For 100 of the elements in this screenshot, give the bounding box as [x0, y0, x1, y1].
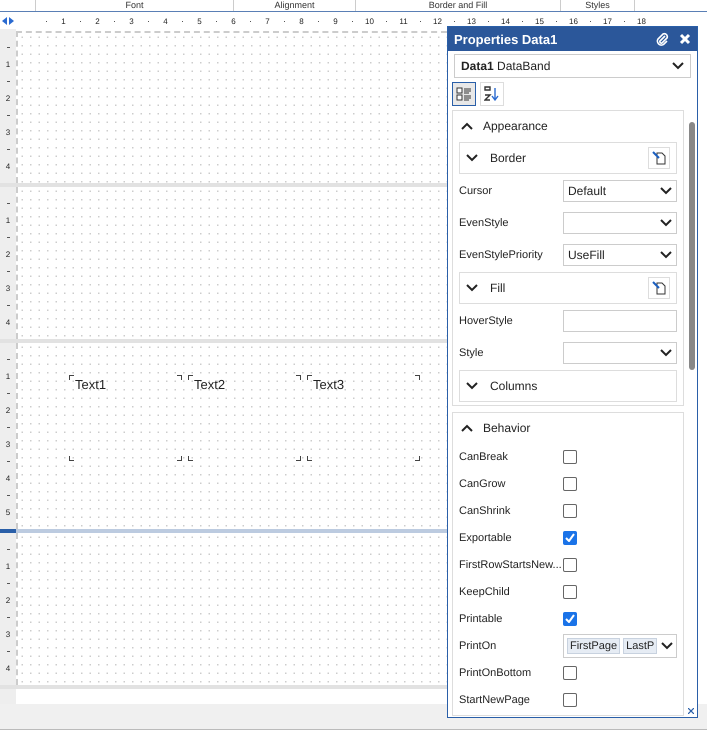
section-title: Behavior: [483, 421, 530, 435]
close-icon: [679, 33, 691, 45]
property-label: KeepChild: [459, 586, 511, 598]
checkbox[interactable]: [563, 476, 577, 490]
page-pencil-icon: [652, 151, 666, 165]
page-pencil-icon: [652, 281, 666, 295]
ribbon-group-label: Border and Fill: [428, 0, 488, 11]
ruler-number: 6: [230, 16, 237, 26]
ruler-number: 17: [602, 16, 613, 26]
ruler-number: 3: [6, 283, 10, 295]
ruler-number: 2: [6, 595, 10, 607]
chevron-down-icon: [466, 382, 478, 390]
ruler-number: 7: [264, 16, 271, 26]
checkbox[interactable]: [563, 504, 577, 518]
ruler-number: 14: [500, 16, 511, 26]
ruler-number: 4: [6, 317, 10, 329]
chevron-down-icon: [466, 284, 478, 292]
ruler-number: 1: [6, 215, 10, 227]
group-label: Fill: [490, 281, 506, 295]
checkbox[interactable]: [563, 612, 577, 626]
property-label: PrintOnBottom: [459, 666, 532, 678]
ruler-number: 2: [94, 16, 101, 26]
resize-grip-icon: [688, 708, 694, 714]
ruler-number: 18: [636, 16, 647, 26]
ruler-number: 4: [162, 16, 169, 26]
section-header[interactable]: Appearance: [459, 111, 677, 141]
checkbox[interactable]: [563, 450, 577, 464]
checkbox[interactable]: [563, 558, 577, 572]
chevron-up-icon: [461, 122, 473, 130]
text-object[interactable]: Text1: [69, 375, 182, 461]
checkbox[interactable]: [563, 666, 577, 680]
sort-button[interactable]: [480, 82, 504, 106]
chevron-down-icon: [660, 219, 672, 227]
paperclip-icon: [655, 32, 669, 46]
property-label: CanBreak: [459, 450, 509, 462]
property-label: Exportable: [459, 532, 513, 544]
band-area[interactable]: Text1 Text2 Text3: [16, 343, 447, 529]
ruler-number: 16: [568, 16, 579, 26]
ruler-number: 11: [398, 16, 409, 26]
ruler-number: 10: [364, 16, 375, 26]
scrollbar-thumb[interactable]: [689, 122, 695, 370]
ruler-number: 4: [6, 663, 10, 675]
chevron-down-icon: [660, 187, 672, 195]
ruler-number: 2: [6, 93, 10, 105]
multi-select-field[interactable]: FirstPage LastP: [563, 634, 677, 658]
dropdown[interactable]: Default: [563, 180, 677, 202]
tag-chip: FirstPage: [567, 638, 620, 654]
object-selector[interactable]: Data1 DataBand: [454, 54, 691, 78]
ruler-number: 3: [128, 16, 135, 26]
text-object[interactable]: Text3: [307, 375, 420, 461]
checkbox[interactable]: [563, 692, 577, 706]
chevron-down-icon: [660, 349, 672, 357]
checkbox[interactable]: [563, 530, 577, 544]
chevron-down-icon: [672, 62, 684, 70]
ruler-number: 4: [6, 473, 10, 485]
property-label: FirstRowStartsNew...: [459, 558, 563, 570]
tag-chip: LastP: [623, 638, 658, 654]
ruler-number: 1: [6, 371, 10, 383]
dropdown[interactable]: UseFill: [563, 244, 677, 266]
property-group[interactable]: Border: [459, 142, 677, 174]
group-label: Border: [490, 151, 528, 165]
dropdown-value: Default: [568, 184, 608, 198]
ruler-number: 12: [432, 16, 443, 26]
property-group[interactable]: Fill: [459, 272, 677, 304]
chevron-down-icon: [466, 154, 478, 162]
section-header[interactable]: Behavior: [459, 413, 677, 443]
editor-button[interactable]: [648, 277, 670, 299]
editor-button[interactable]: [648, 147, 670, 169]
property-label: PrintOn: [459, 640, 498, 652]
ribbon-group-label: Font: [125, 0, 144, 11]
group-label: Columns: [490, 379, 538, 393]
property-label: EvenStyle: [459, 217, 510, 229]
chevron-down-icon: [661, 642, 673, 650]
ruler-number: 1: [6, 59, 10, 71]
object-name: Data1 DataBand: [461, 59, 552, 73]
ruler-number: 13: [466, 16, 477, 26]
ruler-number: 1: [6, 561, 10, 573]
ruler-number: 15: [534, 16, 545, 26]
text-object[interactable]: Text2: [188, 375, 301, 461]
checkbox[interactable]: [563, 584, 577, 598]
scroll-arrows-icon: [2, 17, 14, 25]
ruler-number: 3: [6, 629, 10, 641]
categorized-view-button[interactable]: [452, 82, 476, 106]
ruler-number: 1: [60, 16, 67, 26]
property-label: HoverStyle: [459, 315, 514, 327]
property-label: StartNewPage: [459, 694, 531, 706]
property-group[interactable]: Columns: [459, 370, 677, 402]
dropdown-value: UseFill: [568, 248, 606, 262]
categorized-list-icon: [456, 86, 472, 102]
property-label: EvenStylePriority: [459, 249, 544, 261]
ruler-number: 2: [6, 249, 10, 261]
ruler-number: 3: [6, 439, 10, 451]
ruler-number: 5: [6, 507, 10, 519]
property-label: Printable: [459, 612, 504, 624]
ruler-number: 2: [6, 405, 10, 417]
ribbon-group-label: Styles: [585, 0, 610, 11]
text-field[interactable]: [563, 310, 677, 332]
ruler-number: 5: [196, 16, 203, 26]
property-label: CanGrow: [459, 478, 506, 490]
ruler-number: 8: [298, 16, 305, 26]
